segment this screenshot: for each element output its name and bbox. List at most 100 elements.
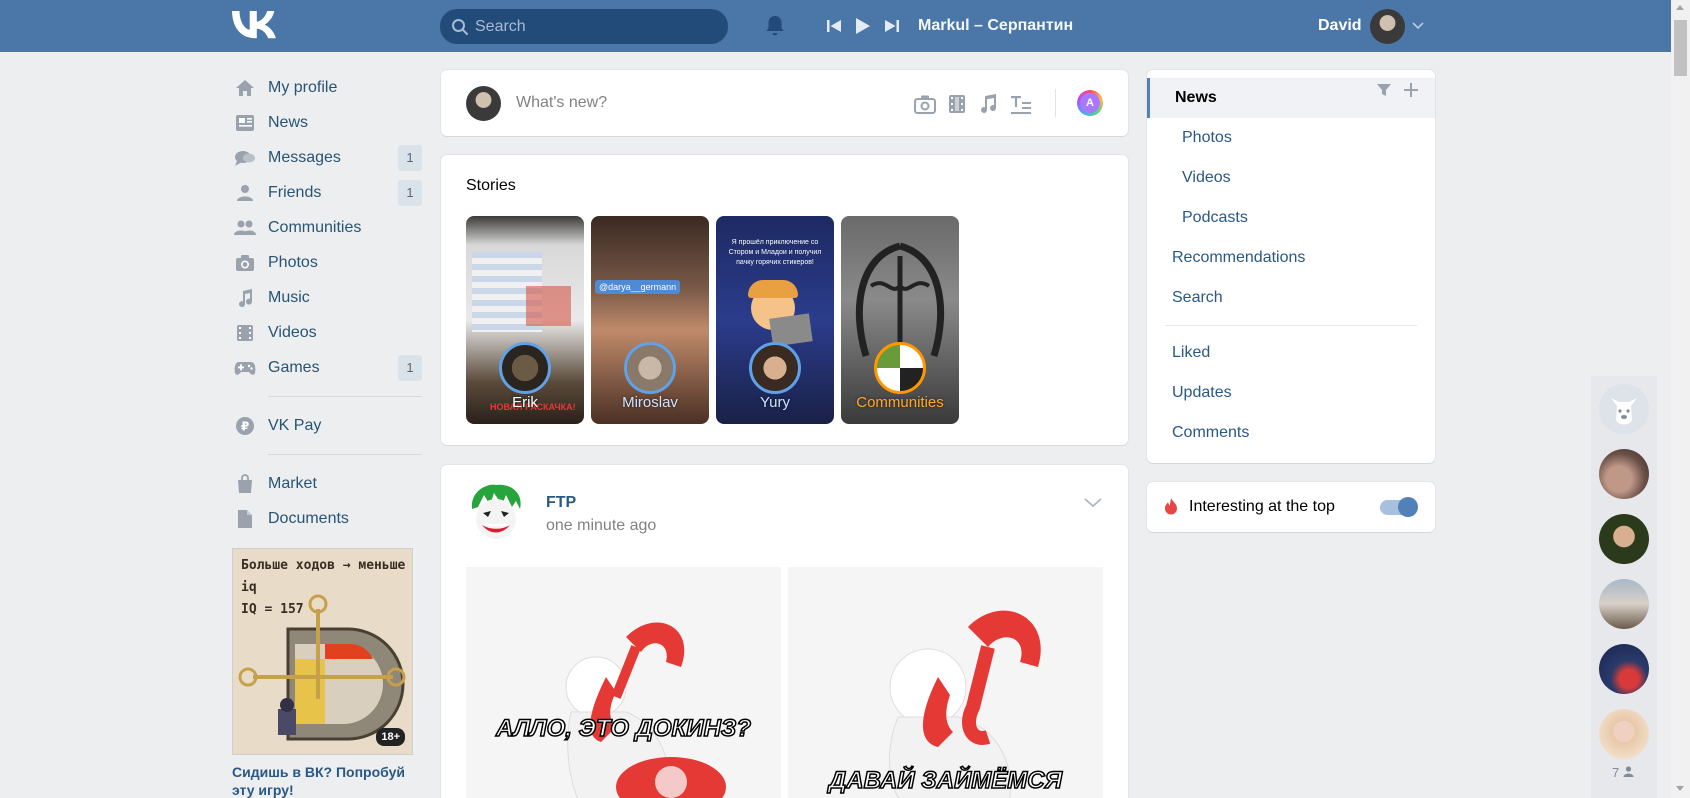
- menu-item-photos[interactable]: Photos: [1147, 118, 1435, 158]
- scrollbar-thumb[interactable]: [1674, 20, 1687, 76]
- chevron-down-icon[interactable]: [1412, 22, 1424, 30]
- top-header: Markul – Серпантин David: [0, 0, 1671, 52]
- post-composer: What's new? A: [441, 70, 1128, 136]
- toolbar-divider: [1055, 89, 1056, 117]
- story-author-name: Miroslav: [622, 394, 678, 411]
- chat-avatar[interactable]: [1599, 709, 1649, 759]
- search-input[interactable]: [475, 9, 715, 44]
- chat-avatar[interactable]: [1599, 579, 1649, 629]
- story-card-miroslav[interactable]: @darya__germann Miroslav: [591, 216, 709, 424]
- menu-item-liked[interactable]: Liked: [1147, 333, 1435, 373]
- plus-icon[interactable]: [1403, 82, 1419, 98]
- film-icon[interactable]: [945, 92, 969, 116]
- friends-count-badge: 1: [398, 180, 422, 206]
- document-icon: [234, 508, 256, 530]
- sidebar-item-games[interactable]: Games 1: [232, 350, 422, 385]
- menu-divider: [1165, 325, 1417, 326]
- menu-item-updates[interactable]: Updates: [1147, 373, 1435, 413]
- menu-item-recommendations[interactable]: Recommendations: [1147, 238, 1435, 278]
- chevron-down-icon[interactable]: [1084, 498, 1102, 508]
- joker-avatar-icon: [466, 483, 526, 543]
- notifications-bell-icon[interactable]: [763, 14, 787, 38]
- stories-block: Stories НОВАЯ РАСКАЧКА! Erik @darya__ger…: [441, 155, 1128, 445]
- menu-item-videos[interactable]: Videos: [1147, 158, 1435, 198]
- story-card-communities[interactable]: Communities: [841, 216, 959, 424]
- menu-item-label: Podcasts: [1182, 209, 1248, 226]
- chat-avatar[interactable]: [1599, 449, 1649, 499]
- aura-icon[interactable]: A: [1077, 90, 1103, 116]
- search-icon: [452, 19, 468, 35]
- online-friends-count[interactable]: 7: [1612, 765, 1634, 780]
- toggle-knob: [1398, 497, 1418, 517]
- sidebar-item-label: Photos: [268, 253, 318, 271]
- story-avatar: [874, 342, 926, 394]
- menu-item-comments[interactable]: Comments: [1147, 413, 1435, 453]
- search-box[interactable]: [440, 9, 728, 44]
- avatar[interactable]: [466, 86, 501, 121]
- chat-sidebar: 7: [1591, 376, 1657, 798]
- music-note-icon: [234, 287, 256, 309]
- phone-meme-illustration: [565, 622, 726, 798]
- sidebar-item-label: My profile: [268, 78, 338, 96]
- menu-item-label: Videos: [1182, 169, 1231, 186]
- camera-icon: [234, 252, 256, 274]
- post-image-left[interactable]: АЛЛО, ЭТО ДОКИНЗ?: [466, 567, 781, 798]
- sidebar-item-market[interactable]: Market: [232, 466, 422, 501]
- newspaper-icon: [234, 112, 256, 134]
- user-avatar[interactable]: [1370, 9, 1405, 44]
- user-name[interactable]: David: [1318, 17, 1362, 35]
- age-rating-badge: 18+: [376, 728, 405, 746]
- sidebar-item-label: Music: [268, 288, 310, 306]
- story-card-erik[interactable]: НОВАЯ РАСКАЧКА! Erik: [466, 216, 584, 424]
- filter-icon[interactable]: [1376, 82, 1392, 98]
- sidebar-item-messages[interactable]: Messages 1: [232, 140, 422, 175]
- sidebar-item-videos[interactable]: Videos: [232, 315, 422, 350]
- vk-dog-icon: [1599, 384, 1649, 434]
- post-author[interactable]: FTP: [546, 494, 576, 512]
- story-character-hair: [748, 280, 798, 298]
- scroll-down-arrow-icon[interactable]: [1676, 786, 1684, 791]
- game-ad-banner[interactable]: Больше ходов → меньше iq IQ = 157 18+: [232, 548, 413, 755]
- sidebar-item-music[interactable]: Music: [232, 280, 422, 315]
- story-author-name: Communities: [856, 394, 944, 411]
- interesting-toggle[interactable]: [1380, 497, 1418, 517]
- sidebar-item-photos[interactable]: Photos: [232, 245, 422, 280]
- music-note-icon[interactable]: [976, 92, 1000, 116]
- story-text: Я прошёл приключение со Стором и Младои …: [728, 239, 822, 266]
- vk-mascot-chat[interactable]: [1599, 384, 1649, 434]
- composer-input[interactable]: What's new?: [516, 94, 607, 112]
- chat-avatar[interactable]: [1599, 514, 1649, 564]
- now-playing-track[interactable]: Markul – Серпантин: [918, 17, 1073, 35]
- ad-caption[interactable]: Сидишь в ВК? Попробуй эту игру!: [232, 763, 422, 798]
- story-avatar: [749, 342, 801, 394]
- sidebar-item-my-profile[interactable]: My profile: [232, 70, 422, 105]
- menu-item-search[interactable]: Search: [1147, 278, 1435, 318]
- svg-text:₽: ₽: [241, 419, 249, 433]
- sidebar-item-label: Videos: [268, 323, 317, 341]
- play-icon[interactable]: [853, 16, 871, 36]
- scroll-up-arrow-icon[interactable]: [1676, 5, 1684, 10]
- menu-item-label: Updates: [1172, 384, 1232, 401]
- article-icon[interactable]: [1009, 92, 1033, 116]
- post-image-right[interactable]: ДАВАЙ ЗАЙМЁМСЯ: [788, 567, 1103, 798]
- chat-avatar[interactable]: [1599, 644, 1649, 694]
- sidebar-item-documents[interactable]: Documents: [232, 501, 422, 536]
- page-scrollbar[interactable]: [1671, 0, 1690, 798]
- next-track-icon[interactable]: [884, 16, 900, 36]
- menu-item-podcasts[interactable]: Podcasts: [1147, 198, 1435, 238]
- menu-item-label: Liked: [1172, 344, 1211, 361]
- sidebar-item-vk-pay[interactable]: ₽ VK Pay: [232, 408, 422, 443]
- vk-logo-icon[interactable]: [232, 11, 276, 39]
- previous-track-icon[interactable]: [826, 16, 842, 36]
- sidebar-item-news[interactable]: News: [232, 105, 422, 140]
- avatar[interactable]: [466, 483, 526, 543]
- story-card-yury[interactable]: Я прошёл приключение со Стором и Младои …: [716, 216, 834, 424]
- menu-item-label: Recommendations: [1172, 249, 1306, 266]
- camera-icon[interactable]: [913, 92, 937, 116]
- post-time[interactable]: one minute ago: [546, 517, 656, 535]
- sidebar-divider: [268, 454, 422, 455]
- sidebar-item-friends[interactable]: Friends 1: [232, 175, 422, 210]
- sidebar-item-communities[interactable]: Communities: [232, 210, 422, 245]
- fire-icon: [1165, 498, 1177, 515]
- sidebar-item-label: Market: [268, 474, 317, 492]
